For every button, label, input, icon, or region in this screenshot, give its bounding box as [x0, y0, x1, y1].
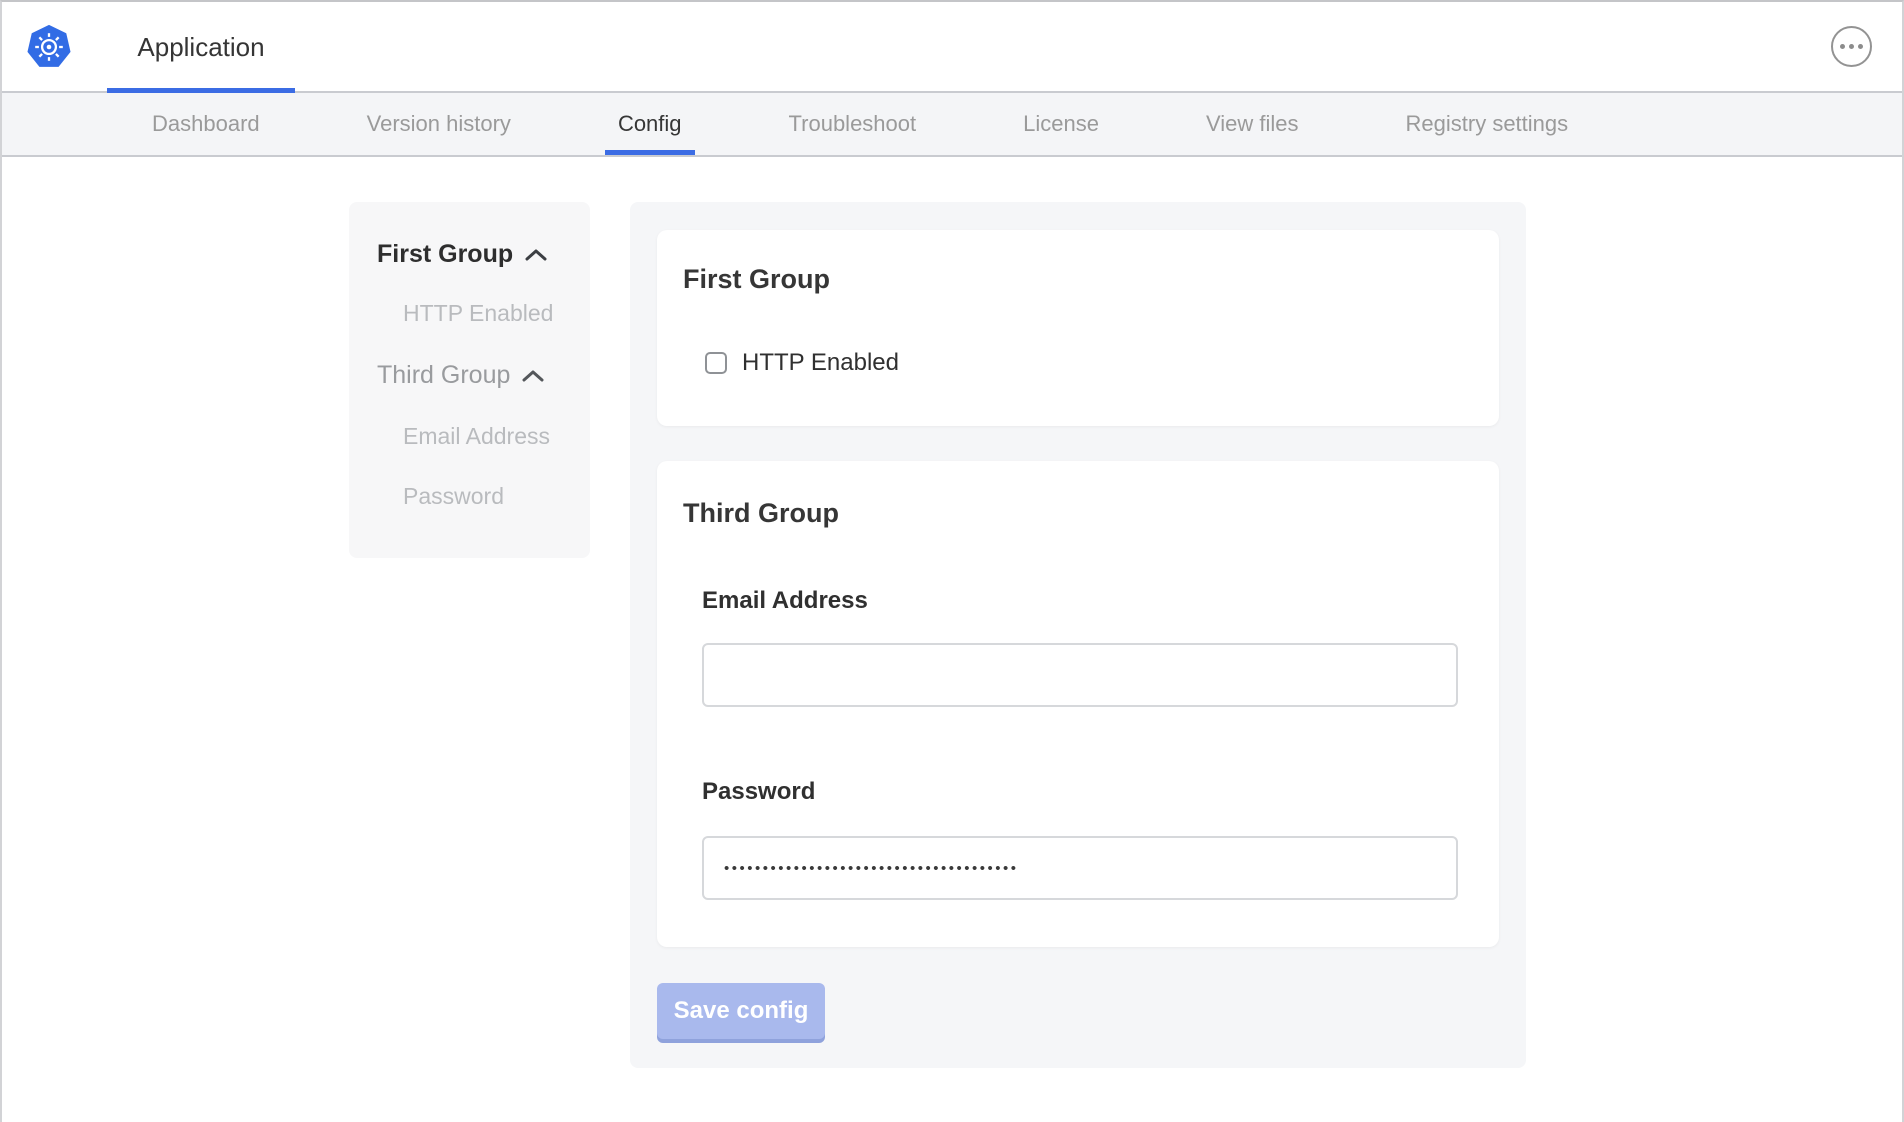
app-navbar: Dashboard Version history Config Trouble…	[2, 93, 1902, 157]
tab-view-files[interactable]: View files	[1193, 93, 1312, 155]
chevron-up-icon[interactable]	[524, 247, 548, 262]
sidebar-item-email-address[interactable]: Email Address	[377, 422, 590, 450]
field-label: Password	[702, 778, 1499, 806]
save-config-button[interactable]: Save config	[657, 983, 825, 1039]
http-enabled-checkbox[interactable]	[705, 352, 727, 374]
group-title: Third Group	[683, 497, 1499, 529]
app-header: Application	[2, 2, 1902, 93]
config-group-card-third: Third Group Email Address Password	[657, 461, 1499, 947]
tab-license[interactable]: License	[1010, 93, 1112, 155]
password-field: Password	[702, 778, 1499, 900]
tab-version-history[interactable]: Version history	[354, 93, 524, 155]
password-input[interactable]	[702, 836, 1458, 900]
tab-registry-settings[interactable]: Registry settings	[1393, 93, 1582, 155]
tab-application[interactable]: Application	[107, 2, 295, 93]
tab-troubleshoot[interactable]: Troubleshoot	[776, 93, 930, 155]
tab-config[interactable]: Config	[605, 93, 695, 155]
http-enabled-field: HTTP Enabled	[705, 350, 1499, 376]
sidebar-group-third-group[interactable]: Third Group	[377, 360, 590, 390]
active-tab-underline	[605, 150, 695, 155]
config-group-card-first: First Group HTTP Enabled	[657, 230, 1499, 426]
sidebar-item-label: Email Address	[403, 423, 550, 449]
sidebar-group-label: Third Group	[377, 360, 510, 390]
ellipsis-icon	[1840, 44, 1863, 49]
tab-label: Config	[618, 111, 682, 137]
checkbox-label[interactable]: HTTP Enabled	[742, 350, 899, 376]
tab-label: Dashboard	[152, 111, 260, 137]
sidebar-item-label: HTTP Enabled	[403, 300, 553, 326]
sidebar-item-http-enabled[interactable]: HTTP Enabled	[377, 299, 590, 327]
kubernetes-logo-icon	[26, 23, 72, 71]
field-label: Email Address	[702, 587, 1499, 615]
sidebar-item-label: Password	[403, 483, 504, 509]
sidebar-item-password[interactable]: Password	[377, 482, 590, 510]
chevron-up-icon[interactable]	[521, 368, 545, 383]
config-panel: First Group HTTP Enabled Third Group Ema…	[630, 202, 1526, 1068]
email-address-input[interactable]	[702, 643, 1458, 707]
tab-label: Troubleshoot	[789, 111, 917, 137]
tab-label: Version history	[367, 111, 511, 137]
group-title: First Group	[683, 263, 1499, 295]
app-tab-label: Application	[137, 32, 264, 63]
sidebar-group-label: First Group	[377, 239, 513, 269]
tab-label: Registry settings	[1406, 111, 1569, 137]
tab-label: License	[1023, 111, 1099, 137]
tab-dashboard[interactable]: Dashboard	[139, 93, 273, 155]
tab-label: View files	[1206, 111, 1299, 137]
sidebar-group-first-group[interactable]: First Group	[377, 239, 590, 269]
overflow-menu-button[interactable]	[1831, 26, 1872, 67]
config-sidebar: First Group HTTP Enabled Third Group Ema…	[349, 202, 590, 558]
email-address-field: Email Address	[702, 587, 1499, 707]
